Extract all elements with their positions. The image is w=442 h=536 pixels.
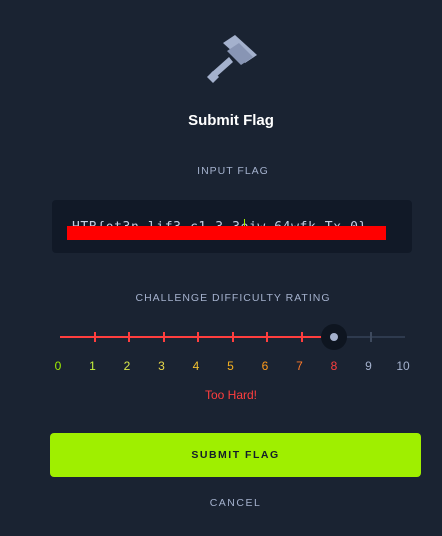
slider-tick-label: 6 [261, 359, 269, 373]
redaction-bar [67, 226, 386, 240]
slider-tick-label: 4 [192, 359, 200, 373]
slider-tick-label: 10 [396, 359, 410, 373]
submit-flag-dialog: Submit Flag INPUT FLAG HTB{ot3n_lif3_c1_… [0, 0, 442, 536]
slider-tick [369, 332, 372, 342]
slider-tick-label: 8 [330, 359, 338, 373]
slider-tick [231, 332, 234, 342]
difficulty-slider[interactable] [60, 324, 405, 350]
slider-tick [93, 332, 96, 342]
slider-tick-label: 9 [365, 359, 372, 373]
difficulty-rating-label: CHALLENGE DIFFICULTY RATING [135, 292, 331, 304]
slider-tick [300, 332, 303, 342]
slider-thumb[interactable] [330, 333, 338, 341]
slider-tick-label: 7 [296, 359, 303, 373]
slider-tick [266, 332, 268, 342]
slider-tick-label: 5 [227, 359, 234, 373]
slider-tick [197, 332, 199, 342]
slider-tick [162, 332, 165, 342]
slider-tick-label: 2 [123, 359, 131, 373]
difficulty-rating-text: Too Hard! [204, 388, 258, 402]
input-flag-label: INPUT FLAG [197, 165, 269, 177]
slider-tick-label: 1 [89, 359, 96, 373]
slider-tick-label: 0 [54, 359, 62, 373]
slider-tick-label: 3 [158, 359, 165, 373]
dialog-title: Submit Flag [188, 112, 274, 129]
slider-tick [128, 332, 130, 342]
flag-icon [207, 35, 257, 83]
submit-flag-button[interactable]: SUBMIT FLAG [50, 433, 421, 477]
cancel-button[interactable]: CANCEL [0, 497, 442, 509]
